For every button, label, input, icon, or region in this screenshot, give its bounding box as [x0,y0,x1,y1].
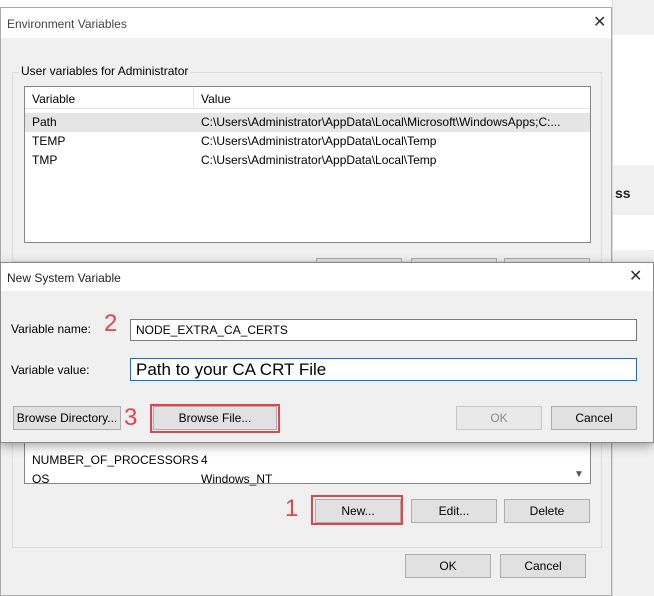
variable-value-label: Variable value: [11,363,90,377]
step-annotation: 3 [124,404,138,431]
variable-name: Path [32,115,57,129]
chevron-down-icon[interactable]: ▼ [574,469,584,480]
step-annotation: 1 [285,495,299,522]
variable-name: OS [32,472,50,486]
column-separator[interactable] [193,87,194,109]
system-delete-button[interactable]: Delete [504,499,590,523]
background-panel [613,35,654,165]
highlight-box [311,495,403,525]
ok-button[interactable]: OK [456,406,542,430]
cancel-button[interactable]: Cancel [551,406,637,430]
close-icon[interactable]: ✕ [593,15,606,31]
background-window-text: ss [613,175,654,213]
variable-value-field[interactable]: Path to your CA CRT File [130,358,637,381]
variable-name: NUMBER_OF_PROCESSORS [32,453,199,467]
list-header: Variable Value [25,87,590,109]
table-row[interactable]: TEMP C:\Users\Administrator\AppData\Loca… [25,132,590,151]
new-system-variable-dialog: New System Variable ✕ Variable name: NOD… [0,262,654,443]
variable-value: C:\Users\Administrator\AppData\Local\Tem… [201,153,437,167]
variable-name: TMP [32,153,58,167]
step-annotation: 2 [104,310,118,337]
ok-button[interactable]: OK [405,554,491,578]
highlight-box [150,404,280,433]
close-icon[interactable]: ✕ [629,269,642,285]
dialog-title: New System Variable [7,271,121,285]
title-bar: Environment Variables ✕ [1,8,611,38]
background-panel [613,215,654,250]
dialog-title: Environment Variables [7,17,127,31]
table-row[interactable]: NUMBER_OF_PROCESSORS 4 [25,451,573,470]
group-label: User variables for Administrator [19,64,191,78]
system-edit-button[interactable]: Edit... [411,499,497,523]
cancel-button[interactable]: Cancel [500,554,586,578]
variable-name: TEMP [32,134,66,148]
variable-value: C:\Users\Administrator\AppData\Local\Mic… [201,115,561,129]
browse-directory-button[interactable]: Browse Directory... [13,406,121,430]
column-header-variable[interactable]: Variable [32,92,75,106]
user-variables-list[interactable]: Variable Value Path C:\Users\Administrat… [24,86,591,243]
variable-name-field[interactable]: NODE_EXTRA_CA_CERTS [130,319,637,341]
column-header-value[interactable]: Value [201,92,231,106]
variable-value: Windows_NT [201,472,273,486]
table-row[interactable]: TMP C:\Users\Administrator\AppData\Local… [25,151,590,170]
table-row[interactable]: OS Windows_NT [25,470,573,489]
variable-name-label: Variable name: [11,322,91,336]
variable-value: 4 [201,453,208,467]
table-row[interactable]: Path C:\Users\Administrator\AppData\Loca… [25,113,590,132]
title-bar: New System Variable ✕ [1,263,653,291]
variable-value: C:\Users\Administrator\AppData\Local\Tem… [201,134,437,148]
